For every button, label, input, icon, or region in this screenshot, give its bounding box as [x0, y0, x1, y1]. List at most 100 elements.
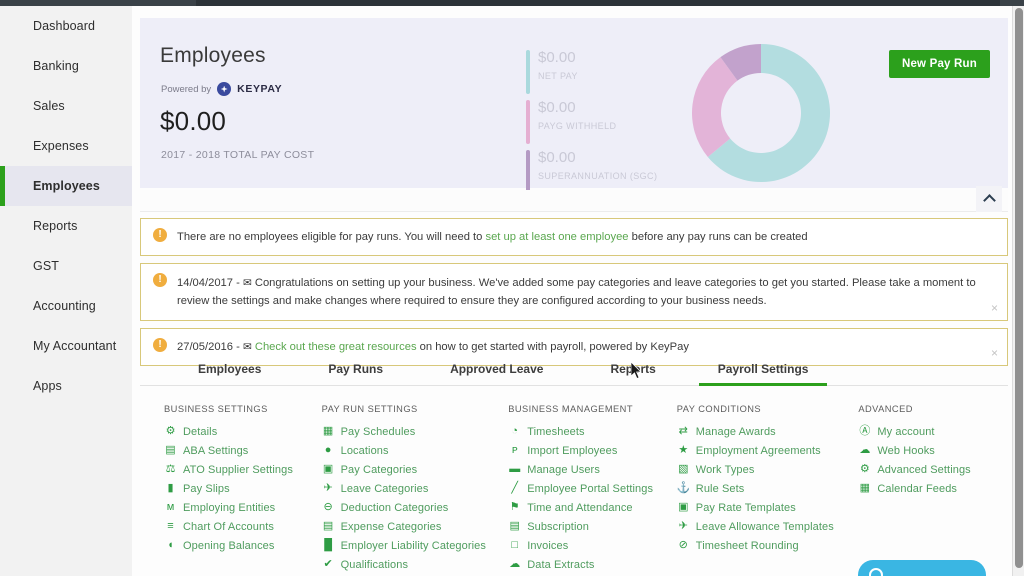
sidebar-item-label: GST: [33, 259, 59, 273]
document-icon: ▮: [167, 482, 174, 494]
credit-card-icon: ▤: [509, 520, 520, 532]
settings-link-qualifications[interactable]: ✔ Qualifications: [322, 555, 509, 574]
settings-link-rule-sets[interactable]: ⚓ Rule Sets: [676, 479, 859, 498]
settings-link-import-employees[interactable]: ᴩ Import Employees: [508, 441, 677, 460]
collapse-summary-button[interactable]: [976, 186, 1002, 212]
mouse-cursor: [631, 362, 642, 379]
settings-link-invoices[interactable]: □ Invoices: [508, 536, 677, 555]
settings-link-work-types[interactable]: ▧ Work Types: [677, 460, 859, 479]
calendar-icon: ▦: [859, 482, 871, 494]
settings-link-employment-agreements[interactable]: ★ Employment Agreements: [677, 441, 859, 460]
sidebar-item-accounting[interactable]: Accounting: [0, 286, 132, 326]
tab-employees[interactable]: Employees: [198, 362, 261, 385]
settings-column-advanced: ADVANCED Ⓐ My account ☁ Web Hooks ⚙ Advanced S…: [858, 404, 1008, 576]
settings-link-label: Employment Agreements: [695, 444, 821, 457]
chat-bubble-icon: [869, 568, 883, 576]
settings-link-time-and-attendance[interactable]: ⚑ Time and Attendance: [508, 498, 677, 517]
settings-link-employer-liability-categories[interactable]: █ Employer Liability Categories: [322, 536, 509, 555]
keypay-brand-label: KEYPAY: [237, 83, 283, 95]
settings-link-label: Advanced Settings: [877, 463, 971, 476]
settings-link-chart-of-accounts[interactable]: ≡ Chart Of Accounts: [164, 517, 322, 536]
settings-column-heading: ADVANCED: [858, 404, 913, 414]
settings-link-expense-categories[interactable]: ▤ Expense Categories: [322, 517, 509, 536]
metric-label: SUPERANNUATION (SGC): [538, 171, 658, 181]
settings-link-deduction-categories[interactable]: ⊖ Deduction Categories: [322, 498, 509, 517]
settings-link-leave-categories[interactable]: ✈ Leave Categories: [322, 479, 509, 498]
total-pay-cost-label: 2017 - 2018 TOTAL PAY COST: [161, 149, 315, 161]
payroll-summary-card: Employees Powered by KEYPAY $0.00 2017 -…: [140, 18, 1008, 194]
leaf-icon: ◖: [167, 539, 174, 551]
sidebar-item-reports[interactable]: Reports: [0, 206, 132, 246]
sidebar-item-gst[interactable]: GST: [0, 246, 132, 286]
settings-link-label: Calendar Feeds: [877, 482, 958, 495]
sidebar-nav: Dashboard Banking Sales Expenses Employees Re…: [0, 6, 132, 576]
metric-label: PAYG WITHHELD: [538, 121, 617, 131]
settings-link-employee-portal-settings[interactable]: ╱ Employee Portal Settings: [508, 479, 677, 498]
check-icon: ✔: [323, 558, 333, 570]
settings-link-subscription[interactable]: ▤ Subscription: [508, 517, 677, 536]
sidebar-item-expenses[interactable]: Expenses: [0, 126, 132, 166]
settings-link-employing-entities[interactable]: ᴍ Employing Entities: [164, 498, 322, 517]
money-icon: ▣: [322, 463, 334, 475]
alert-text-before: There are no employees eligible for pay …: [177, 231, 486, 243]
plane-icon: ✈: [678, 520, 688, 532]
tab-payroll-settings[interactable]: Payroll Settings: [698, 362, 828, 386]
sidebar-item-label: Sales: [33, 99, 65, 113]
sidebar-item-my-accountant[interactable]: My Accountant: [0, 326, 132, 366]
settings-link-my-account[interactable]: Ⓐ My account: [858, 422, 1008, 441]
settings-link-leave-allowance-templates[interactable]: ✈ Leave Allowance Templates: [677, 517, 859, 536]
card-icon: ▤: [322, 520, 334, 532]
settings-link-web-hooks[interactable]: ☁ Web Hooks: [858, 441, 1008, 460]
settings-link-ato-supplier-settings[interactable]: ⚖ ATO Supplier Settings: [164, 460, 322, 479]
settings-link-manage-users[interactable]: ▬ Manage Users: [508, 460, 677, 479]
scrollbar-thumb[interactable]: [1015, 8, 1023, 568]
chat-widget-button[interactable]: [858, 560, 986, 576]
sidebar-item-banking[interactable]: Banking: [0, 46, 132, 86]
gear-icon: ⚙: [165, 425, 176, 437]
bank-icon: ᴍ: [166, 501, 175, 513]
settings-link-aba-settings[interactable]: ▤ ABA Settings: [164, 441, 322, 460]
sidebar-item-label: Expenses: [33, 139, 89, 153]
settings-link-data-extracts[interactable]: ☁ Data Extracts: [508, 555, 677, 574]
cloud-icon: ☁: [859, 444, 871, 456]
settings-link-pay-slips[interactable]: ▮ Pay Slips: [164, 479, 322, 498]
settings-link-locations[interactable]: ● Locations: [322, 441, 509, 460]
book-icon: ▧: [678, 463, 689, 475]
powered-by-label: Powered by: [161, 83, 212, 95]
total-pay-cost-amount: $0.00: [160, 106, 227, 136]
settings-link-details[interactable]: ⚙ Details: [164, 422, 322, 441]
settings-link-timesheets[interactable]: ◔ Timesheets: [508, 422, 677, 441]
tab-approved-leave[interactable]: Approved Leave: [450, 362, 543, 385]
settings-link-advanced-settings[interactable]: ⚙ Advanced Settings: [858, 460, 1008, 479]
summary-metrics: $0.00 NET PAY $0.00 PAYG WITHHELD $0.00 SUPER…: [526, 48, 657, 198]
settings-link-timesheet-rounding[interactable]: ⊘ Timesheet Rounding: [677, 536, 859, 555]
settings-link-pay-schedules[interactable]: ▦ Pay Schedules: [322, 422, 509, 441]
flag-icon: ⚑: [509, 501, 520, 513]
metric-payg-withheld: $0.00 PAYG WITHHELD: [526, 98, 657, 144]
page-scrollbar[interactable]: [1012, 6, 1024, 576]
settings-column-heading: PAY RUN SETTINGS: [321, 404, 418, 414]
close-alert-button[interactable]: ×: [991, 302, 998, 314]
new-pay-run-button[interactable]: New Pay Run: [888, 50, 990, 78]
sidebar-item-apps[interactable]: Apps: [0, 366, 132, 406]
ban-clock-icon: ⊘: [678, 539, 688, 551]
settings-link-calendar-feeds[interactable]: ▦ Calendar Feeds: [858, 479, 1008, 498]
tab-pay-runs[interactable]: Pay Runs: [328, 362, 383, 385]
settings-link-pay-rate-templates[interactable]: ▣ Pay Rate Templates: [677, 498, 859, 517]
sidebar-item-employees[interactable]: Employees: [0, 166, 132, 206]
user-badge-icon: Ⓐ: [859, 425, 871, 437]
settings-link-opening-balances[interactable]: ◖ Opening Balances: [164, 536, 322, 555]
settings-link-label: Employer Liability Categories: [340, 539, 486, 552]
page-title: Employees: [160, 44, 266, 67]
application-window: Dashboard Banking Sales Expenses Employees Re…: [0, 0, 1024, 576]
settings-link-label: Time and Attendance: [527, 501, 633, 514]
settings-link-manage-awards[interactable]: ⇄ Manage Awards: [677, 422, 859, 441]
sidebar-item-dashboard[interactable]: Dashboard: [0, 6, 132, 46]
metric-color-bar: [526, 100, 530, 144]
settings-link-label: ABA Settings: [183, 444, 249, 457]
alert-text-before: Congratulations on setting up your busin…: [177, 277, 976, 307]
alert-link[interactable]: set up at least one employee: [485, 231, 628, 243]
metric-color-bar: [526, 150, 530, 194]
settings-link-pay-categories[interactable]: ▣ Pay Categories: [322, 460, 509, 479]
sidebar-item-sales[interactable]: Sales: [0, 86, 132, 126]
